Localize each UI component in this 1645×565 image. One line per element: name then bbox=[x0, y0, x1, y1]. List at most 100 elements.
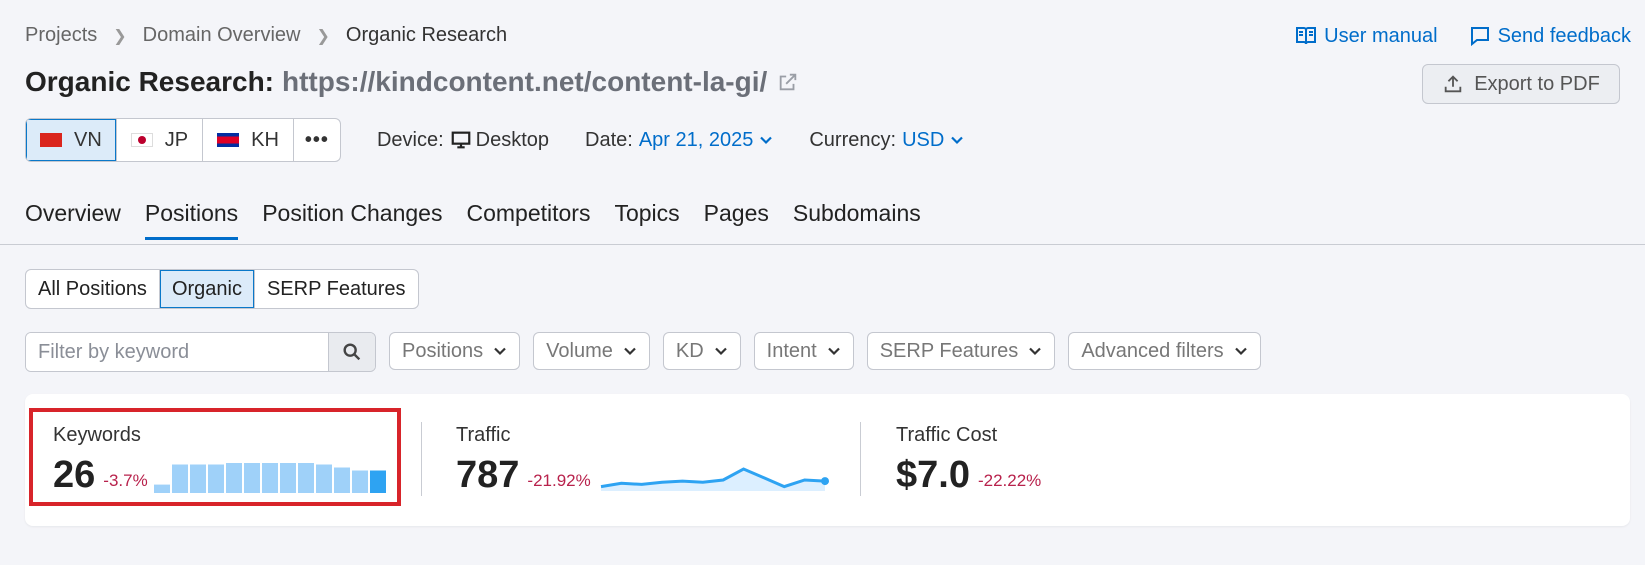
book-icon bbox=[1296, 27, 1317, 45]
keywords-value: 26 bbox=[53, 454, 96, 496]
advanced-filters-label: Advanced filters bbox=[1081, 339, 1224, 362]
tab-position-changes[interactable]: Position Changes bbox=[262, 200, 442, 240]
keywords-metric[interactable]: Keywords 26 -3.7% bbox=[53, 424, 386, 495]
device-label: Device: bbox=[376, 128, 444, 151]
tab-topics[interactable]: Topics bbox=[614, 200, 679, 240]
keywords-bar bbox=[207, 464, 224, 493]
keywords-bar bbox=[297, 463, 314, 493]
date-value-wrap: Apr 21, 2025 bbox=[639, 129, 774, 152]
segment-serp-features[interactable]: SERP Features bbox=[255, 270, 418, 308]
traffic-row: 787 -21.92% bbox=[456, 455, 829, 495]
chevron-down-icon bbox=[760, 136, 773, 145]
chevron-down-icon bbox=[714, 347, 727, 356]
positions-filter-label: Positions bbox=[402, 339, 484, 362]
filter-keyword-input[interactable] bbox=[26, 333, 328, 371]
date-label: Date: bbox=[585, 128, 633, 151]
page-title-url: https://kindcontent.net/content-la-gi/ bbox=[282, 66, 768, 97]
traffic-cost-change: -22.22% bbox=[977, 471, 1042, 490]
traffic-change: -21.92% bbox=[527, 471, 591, 490]
chevron-down-icon bbox=[1029, 347, 1042, 356]
database-selector: VN JP KH ••• bbox=[25, 118, 341, 162]
jp-flag-icon bbox=[130, 133, 153, 147]
tab-positions[interactable]: Positions bbox=[144, 200, 239, 240]
database-vn[interactable]: VN bbox=[26, 119, 117, 161]
keywords-bar bbox=[189, 464, 206, 493]
page-title-prefix: Organic Research: bbox=[25, 66, 274, 97]
keywords-trend-chart bbox=[153, 463, 386, 493]
keywords-bar bbox=[333, 467, 350, 493]
export-pdf-label: Export to PDF bbox=[1474, 72, 1600, 95]
volume-filter-dropdown[interactable]: Volume bbox=[533, 332, 650, 370]
traffic-cost-label: Traffic Cost bbox=[896, 424, 998, 446]
database-jp-label: JP bbox=[164, 128, 189, 151]
database-kh[interactable]: KH bbox=[203, 119, 294, 161]
export-pdf-button[interactable]: Export to PDF bbox=[1422, 64, 1620, 104]
send-feedback-link[interactable]: Send feedback bbox=[1468, 24, 1631, 48]
breadcrumb: Projects ❯ Domain Overview ❯ Organic Res… bbox=[25, 24, 507, 47]
vn-flag-icon bbox=[40, 133, 62, 147]
page-title: Organic Research: https://kindcontent.ne… bbox=[25, 66, 799, 98]
date-value: Apr 21, 2025 bbox=[638, 128, 754, 151]
date-selector[interactable]: Date: Apr 21, 2025 bbox=[585, 129, 773, 152]
segment-organic[interactable]: Organic bbox=[159, 270, 255, 308]
more-dots-icon: ••• bbox=[304, 128, 329, 151]
chevron-right-icon: ❯ bbox=[113, 27, 127, 45]
chevron-down-icon bbox=[951, 136, 964, 145]
user-manual-label: User manual bbox=[1324, 24, 1438, 47]
metric-divider bbox=[421, 422, 422, 496]
keywords-bar bbox=[351, 470, 368, 493]
database-vn-label: VN bbox=[74, 128, 102, 151]
chevron-down-icon bbox=[827, 347, 840, 356]
header-links: User manual Send feedback bbox=[1294, 24, 1631, 48]
traffic-cost-metric[interactable]: Traffic Cost $7.0 -22.22% bbox=[896, 424, 1041, 495]
serp-features-filter-dropdown[interactable]: SERP Features bbox=[866, 332, 1056, 370]
tab-overview[interactable]: Overview bbox=[25, 200, 121, 240]
kh-flag-icon bbox=[217, 133, 240, 147]
chat-icon bbox=[1470, 27, 1489, 47]
positions-filter-dropdown[interactable]: Positions bbox=[389, 332, 521, 370]
tab-competitors[interactable]: Competitors bbox=[466, 200, 590, 240]
advanced-filters-dropdown[interactable]: Advanced filters bbox=[1068, 332, 1261, 370]
traffic-label: Traffic bbox=[456, 424, 511, 446]
device-selector[interactable]: Device: Desktop bbox=[377, 129, 549, 152]
tab-subdomains[interactable]: Subdomains bbox=[793, 200, 921, 240]
keywords-bar bbox=[261, 463, 278, 493]
position-type-toggle: All Positions Organic SERP Features bbox=[25, 269, 419, 309]
segment-all-positions[interactable]: All Positions bbox=[26, 270, 160, 308]
breadcrumb-domain-overview[interactable]: Domain Overview bbox=[143, 24, 301, 47]
external-link-icon[interactable] bbox=[777, 71, 799, 93]
keywords-label: Keywords bbox=[53, 424, 141, 446]
currency-value-wrap: USD bbox=[902, 129, 964, 152]
chevron-down-icon bbox=[494, 347, 506, 356]
intent-filter-dropdown[interactable]: Intent bbox=[753, 332, 854, 370]
keywords-bar bbox=[369, 470, 386, 493]
traffic-cost-row: $7.0 -22.22% bbox=[896, 455, 1041, 495]
breadcrumb-projects[interactable]: Projects bbox=[25, 24, 97, 47]
currency-selector[interactable]: Currency: USD bbox=[809, 129, 964, 152]
traffic-trend-chart bbox=[600, 467, 829, 491]
metric-divider bbox=[860, 422, 861, 496]
keywords-bar bbox=[315, 464, 332, 493]
keywords-row: 26 -3.7% bbox=[53, 455, 386, 495]
user-manual-link[interactable]: User manual bbox=[1294, 24, 1438, 48]
tab-pages[interactable]: Pages bbox=[704, 200, 769, 240]
page-header: Projects ❯ Domain Overview ❯ Organic Res… bbox=[0, 0, 1645, 256]
keywords-bar bbox=[243, 463, 260, 493]
keywords-bar bbox=[279, 463, 296, 493]
kd-filter-dropdown[interactable]: KD bbox=[662, 332, 741, 370]
traffic-metric[interactable]: Traffic 787 -21.92% bbox=[456, 424, 829, 495]
keywords-change: -3.7% bbox=[103, 471, 148, 490]
intent-filter-label: Intent bbox=[766, 339, 817, 362]
more-databases-button[interactable]: ••• bbox=[294, 119, 340, 161]
keywords-bar bbox=[153, 484, 170, 493]
database-jp[interactable]: JP bbox=[117, 119, 204, 161]
traffic-value: 787 bbox=[456, 454, 520, 496]
search-button[interactable] bbox=[328, 333, 375, 371]
search-icon bbox=[343, 343, 361, 361]
currency-label: Currency: bbox=[809, 128, 897, 151]
chevron-down-icon bbox=[1234, 347, 1247, 356]
volume-filter-label: Volume bbox=[546, 339, 613, 362]
filters-bar: Positions Volume KD Intent SERP Features… bbox=[25, 332, 1261, 372]
device-value: Desktop bbox=[475, 128, 550, 151]
chevron-right-icon: ❯ bbox=[316, 27, 330, 45]
